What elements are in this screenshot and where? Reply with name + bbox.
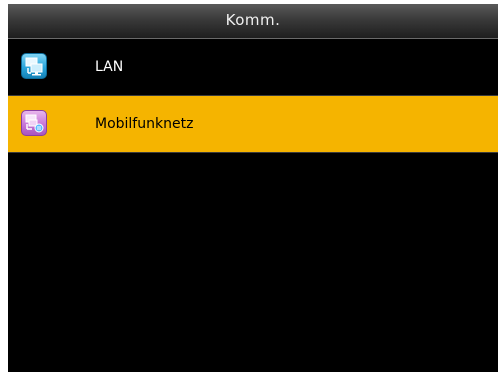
menu-item-label: Mobilfunknetz — [95, 116, 194, 132]
page-title: Komm. — [225, 11, 281, 29]
menu-item-label: LAN — [95, 59, 124, 75]
menu-item-mobilfunknetz[interactable]: Mobilfunknetz — [8, 96, 498, 153]
title-bar: Komm. — [8, 4, 498, 39]
lan-network-icon — [21, 53, 47, 79]
device-screen: Komm. LAN Mobilfunknetz — [8, 4, 498, 372]
mobile-network-icon — [21, 110, 47, 136]
comm-menu-list: LAN Mobilfunknetz — [8, 39, 498, 153]
device-frame: Komm. LAN Mobilfunknetz — [0, 0, 501, 378]
menu-item-lan[interactable]: LAN — [8, 39, 498, 96]
